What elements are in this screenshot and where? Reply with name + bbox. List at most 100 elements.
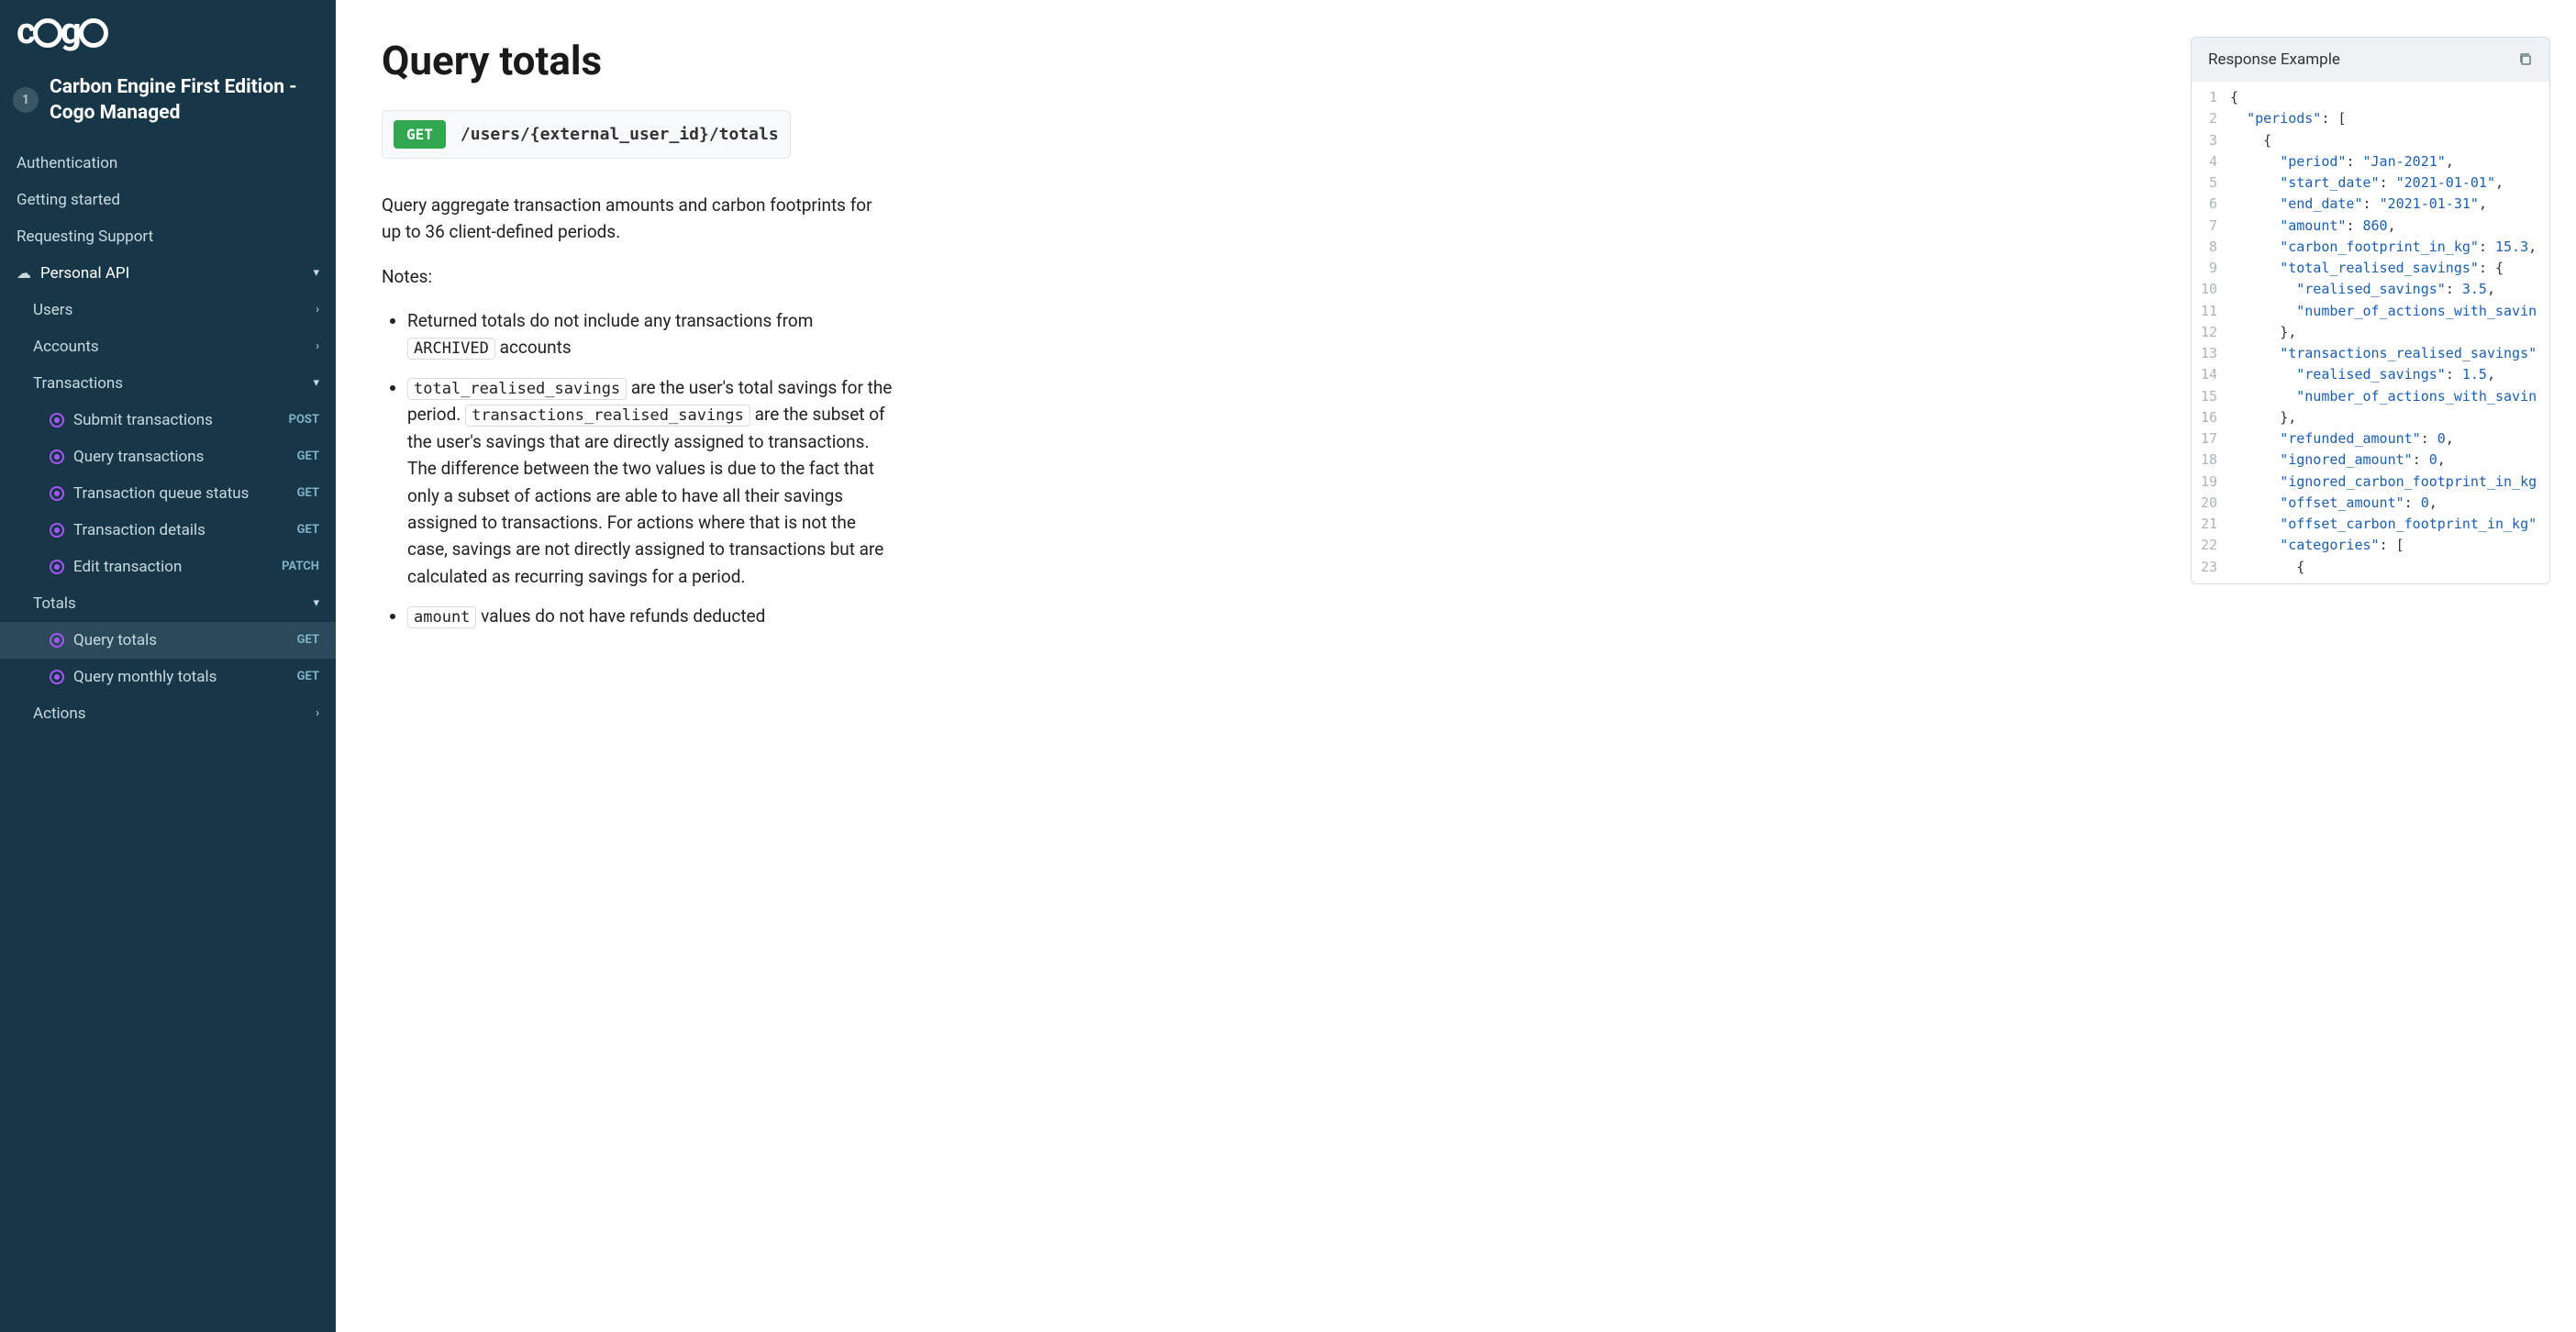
line-content: "amount": 860, [2230, 216, 2396, 237]
code-line: 19 "ignored_carbon_footprint_in_kg [2192, 472, 2549, 493]
inline-code: amount [407, 606, 476, 628]
method-badge: GET [297, 450, 319, 463]
sidebar: cg 1 Carbon Engine First Edition - Cogo … [0, 0, 336, 1332]
line-number: 14 [2192, 364, 2230, 385]
nav-label: Users [33, 301, 72, 319]
line-number: 12 [2192, 322, 2230, 343]
nav-users[interactable]: Users › [0, 292, 336, 328]
code-line: 12 }, [2192, 322, 2549, 343]
line-content: "offset_amount": 0, [2230, 493, 2437, 514]
nav-authentication[interactable]: Authentication [0, 145, 336, 182]
note-text: Returned totals do not include any trans… [407, 310, 813, 331]
line-number: 1 [2192, 87, 2230, 108]
nav-label: Edit transaction [73, 558, 182, 576]
code-line: 2 "periods": [ [2192, 108, 2549, 129]
nav-label: Query monthly totals [73, 668, 217, 686]
nav-accounts[interactable]: Accounts › [0, 328, 336, 365]
line-content: "offset_carbon_footprint_in_kg" [2230, 514, 2537, 535]
response-header: Response Example [2192, 38, 2549, 82]
endpoint-icon [50, 670, 64, 684]
environment-selector[interactable]: 1 Carbon Engine First Edition - Cogo Man… [0, 65, 336, 145]
line-content: "number_of_actions_with_savin [2230, 386, 2537, 407]
note-item: amount values do not have refunds deduct… [407, 603, 895, 629]
page-title: Query totals [382, 37, 2145, 84]
nav-transactions[interactable]: Transactions ▾ [0, 365, 336, 402]
note-item: Returned totals do not include any trans… [407, 307, 895, 361]
method-badge: GET [297, 670, 319, 683]
nav-endpoint-transactions-3[interactable]: Transaction details GET [0, 512, 336, 549]
chevron-down-icon: ▾ [313, 596, 319, 610]
code-line: 20 "offset_amount": 0, [2192, 493, 2549, 514]
nav-label: Getting started [17, 191, 120, 209]
line-content: "start_date": "2021-01-01", [2230, 172, 2504, 194]
line-number: 23 [2192, 557, 2230, 578]
line-content: }, [2230, 322, 2296, 343]
line-content: "realised_savings": 3.5, [2230, 279, 2495, 300]
line-number: 9 [2192, 258, 2230, 279]
line-number: 5 [2192, 172, 2230, 194]
line-content: { [2230, 130, 2271, 151]
line-number: 7 [2192, 216, 2230, 237]
nav-section-personal-api[interactable]: ☁Personal API ▾ [0, 255, 336, 292]
code-line: 4 "period": "Jan-2021", [2192, 151, 2549, 172]
note-text: accounts [495, 337, 572, 358]
nav-label: Transaction queue status [73, 484, 249, 503]
chevron-down-icon: ▾ [313, 376, 319, 390]
line-content: "period": "Jan-2021", [2230, 151, 2454, 172]
cloud-icon: ☁ [17, 264, 31, 282]
nav-label: Submit transactions [73, 411, 213, 429]
nav-endpoint-transactions-0[interactable]: Submit transactions POST [0, 402, 336, 438]
nav-label: Transaction details [73, 521, 205, 539]
code-line: 5 "start_date": "2021-01-01", [2192, 172, 2549, 194]
note-text: are the subset of the user's savings tha… [407, 404, 885, 587]
nav-endpoint-transactions-2[interactable]: Transaction queue statusGET [0, 475, 336, 512]
code-line: 14 "realised_savings": 1.5, [2192, 364, 2549, 385]
line-number: 6 [2192, 194, 2230, 215]
nav-endpoint-totals-0[interactable]: Query totalsGET [0, 622, 336, 659]
code-line: 17 "refunded_amount": 0, [2192, 428, 2549, 450]
content-area: Query totals GET /users/{external_user_i… [336, 0, 2191, 1332]
nav-endpoint-totals-1[interactable]: Query monthly totals GET [0, 659, 336, 695]
method-pill: GET [394, 120, 446, 149]
nav-label: Authentication [17, 154, 117, 172]
main-content: Query totals GET /users/{external_user_i… [336, 0, 2576, 1332]
line-content: "number_of_actions_with_savin [2230, 301, 2537, 322]
nav-requesting-support[interactable]: Requesting Support [0, 218, 336, 255]
nav-endpoint-transactions-4[interactable]: Edit transactionPATCH [0, 549, 336, 585]
endpoint-icon [50, 486, 64, 501]
description: Query aggregate transaction amounts and … [382, 192, 895, 246]
line-number: 15 [2192, 386, 2230, 407]
nav-totals[interactable]: Totals ▾ [0, 585, 336, 622]
endpoint-icon [50, 523, 64, 538]
nav-actions[interactable]: Actions › [0, 695, 336, 732]
code-line: 3 { [2192, 130, 2549, 151]
inline-code: transactions_realised_savings [465, 405, 750, 427]
code-line: 11 "number_of_actions_with_savin [2192, 301, 2549, 322]
nav-endpoint-transactions-1[interactable]: Query transactionsGET [0, 438, 336, 475]
nav-getting-started[interactable]: Getting started [0, 182, 336, 218]
line-number: 10 [2192, 279, 2230, 300]
copy-icon[interactable] [2518, 52, 2533, 67]
line-number: 21 [2192, 514, 2230, 535]
method-badge: POST [289, 413, 319, 427]
code-line: 1{ [2192, 87, 2549, 108]
code-line: 7 "amount": 860, [2192, 216, 2549, 237]
line-content: "realised_savings": 1.5, [2230, 364, 2495, 385]
notes-list: Returned totals do not include any trans… [382, 307, 895, 630]
endpoint-icon [50, 633, 64, 648]
line-number: 2 [2192, 108, 2230, 129]
method-badge: GET [297, 523, 319, 537]
endpoint-icon [50, 450, 64, 464]
line-number: 8 [2192, 237, 2230, 258]
response-header-label: Response Example [2208, 50, 2340, 69]
chevron-right-icon: › [316, 706, 319, 720]
line-content: "end_date": "2021-01-31", [2230, 194, 2487, 215]
code-line: 9 "total_realised_savings": { [2192, 258, 2549, 279]
code-line: 8 "carbon_footprint_in_kg": 15.3, [2192, 237, 2549, 258]
notes-label: Notes: [382, 266, 2145, 287]
line-content: "periods": [ [2230, 108, 2346, 129]
note-text: values do not have refunds deducted [476, 605, 765, 627]
code-line: 22 "categories": [ [2192, 535, 2549, 556]
code-line: 10 "realised_savings": 3.5, [2192, 279, 2549, 300]
code-line: 21 "offset_carbon_footprint_in_kg" [2192, 514, 2549, 535]
